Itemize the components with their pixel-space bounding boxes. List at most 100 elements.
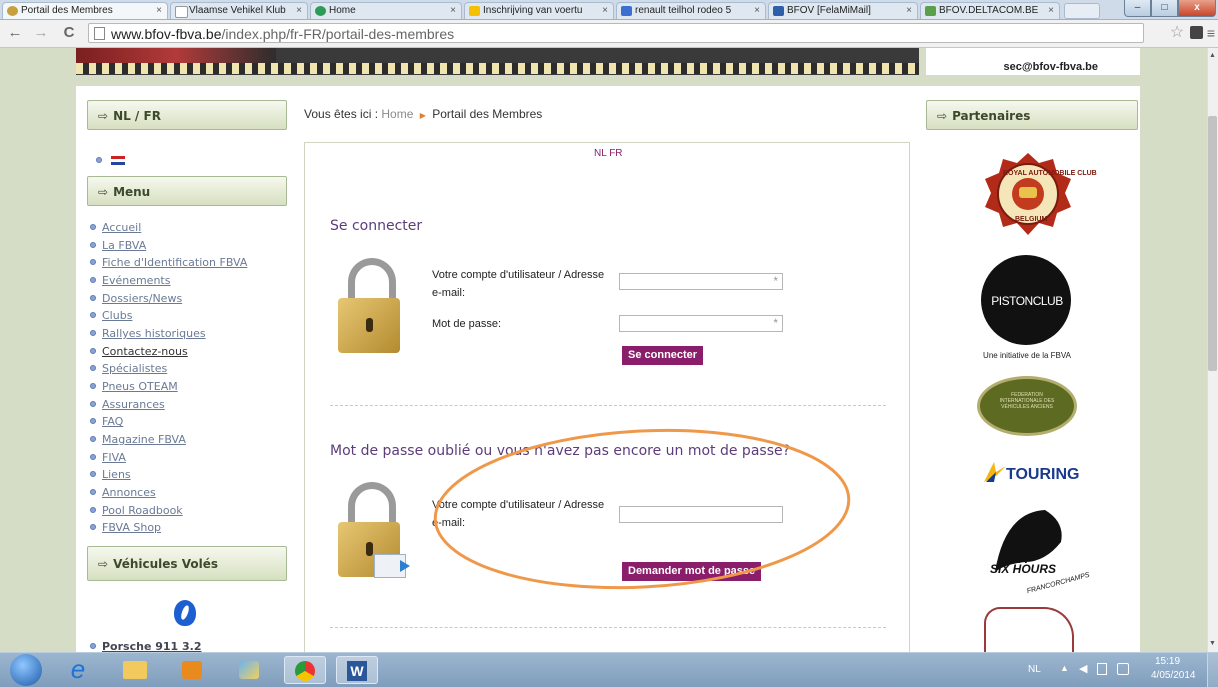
tab-label: BFOV [FelaMiMail] bbox=[787, 5, 871, 16]
scroll-down-icon[interactable]: ▼ bbox=[1209, 640, 1216, 647]
clock-date[interactable]: 4/05/2014 bbox=[1151, 670, 1196, 681]
tab-portail-des-membres[interactable]: Portail des Membres × bbox=[2, 2, 168, 19]
login-password-input[interactable]: * bbox=[619, 315, 783, 332]
hand-pointer-icon: ⇨ bbox=[98, 557, 109, 571]
maximize-button[interactable]: □ bbox=[1151, 0, 1178, 17]
tab-close-icon[interactable]: × bbox=[450, 5, 456, 16]
menu-item-pool-roadbook[interactable]: Pool Roadbook bbox=[90, 504, 183, 517]
touring-logo-icon[interactable] bbox=[982, 460, 1006, 482]
new-tab-button[interactable] bbox=[1064, 3, 1100, 19]
tab-home[interactable]: Home × bbox=[310, 2, 462, 19]
be-favicon bbox=[469, 6, 480, 16]
bullet-icon bbox=[90, 242, 96, 248]
bullet-icon bbox=[90, 507, 96, 513]
network-icon[interactable] bbox=[1097, 663, 1107, 675]
bullet-icon bbox=[90, 277, 96, 283]
tab-close-icon[interactable]: × bbox=[754, 5, 760, 16]
forward-arrow-icon[interactable]: → bbox=[32, 24, 50, 42]
home-favicon bbox=[315, 6, 326, 16]
menu-item-magazine[interactable]: Magazine FBVA bbox=[90, 433, 186, 446]
bullet-icon bbox=[90, 312, 96, 318]
scroll-up-icon[interactable]: ▲ bbox=[1209, 52, 1216, 59]
contact-email[interactable]: sec@bfov-fbva.be bbox=[1004, 61, 1098, 73]
word-taskbar-icon[interactable]: W bbox=[336, 656, 378, 684]
keyboard-language[interactable]: NL bbox=[1028, 664, 1041, 675]
lang-links[interactable]: NL FR bbox=[594, 148, 623, 159]
menu-item-fbva-shop[interactable]: FBVA Shop bbox=[90, 521, 161, 534]
tab-label: Inschrijving van voertu bbox=[483, 5, 583, 16]
menu-icon[interactable]: ≡ bbox=[1205, 24, 1217, 42]
tab-close-icon[interactable]: × bbox=[296, 5, 302, 16]
lang-flag-row bbox=[96, 153, 126, 167]
tab-close-icon[interactable]: × bbox=[156, 5, 162, 16]
menu-item-clubs[interactable]: Clubs bbox=[90, 309, 132, 322]
minimize-button[interactable]: – bbox=[1124, 0, 1151, 17]
paint-icon[interactable] bbox=[229, 656, 269, 684]
tab-vlaamse-vehikel-klub[interactable]: Vlaamse Vehikel Klub × bbox=[170, 2, 308, 19]
extension-icon[interactable] bbox=[1190, 26, 1203, 39]
reload-icon[interactable]: C bbox=[60, 24, 78, 42]
internet-explorer-icon[interactable]: e bbox=[58, 656, 98, 684]
tab-close-icon[interactable]: × bbox=[602, 5, 608, 16]
hand-pointer-icon: ⇨ bbox=[937, 109, 948, 123]
stolen-vehicles-title: Véhicules Volés bbox=[113, 557, 218, 571]
login-submit-button[interactable]: Se connecter bbox=[622, 346, 704, 365]
padlock-mail-icon bbox=[334, 482, 414, 587]
login-username-input[interactable]: * bbox=[619, 273, 783, 290]
dutch-flag-icon[interactable] bbox=[111, 156, 126, 166]
menu-item-contactez-nous[interactable]: Contactez-nous bbox=[90, 345, 188, 358]
back-arrow-icon[interactable]: ← bbox=[6, 24, 24, 42]
pistonclub-logo-text: PISTONCLUB bbox=[991, 294, 1063, 308]
url-text: www.bfov-fbva.be/index.php/fr-FR/portail… bbox=[111, 26, 455, 42]
menu-item-faq[interactable]: FAQ bbox=[90, 415, 123, 428]
breadcrumb-arrow-icon: ▶ bbox=[419, 111, 426, 120]
menu-item-accueil[interactable]: Accueil bbox=[90, 221, 141, 234]
show-hidden-icons-icon[interactable]: ▲ bbox=[1060, 663, 1069, 673]
fiva-logo-text: FÉDÉRATION INTERNATIONALE DES VÉHICULES … bbox=[999, 392, 1055, 410]
bookmark-star-icon[interactable]: ☆ bbox=[1168, 24, 1186, 42]
chrome-taskbar-icon[interactable] bbox=[284, 656, 326, 684]
racb-logo[interactable] bbox=[983, 151, 1073, 241]
tab-label: Vlaamse Vehikel Klub bbox=[189, 5, 286, 16]
breadcrumb: Vous êtes ici : Home ▶ Portail des Membr… bbox=[304, 107, 542, 121]
menu-item-annonces[interactable]: Annonces bbox=[90, 486, 156, 499]
bullet-icon bbox=[90, 295, 96, 301]
menu-item-dossiers[interactable]: Dossiers/News bbox=[90, 292, 182, 305]
tab-close-icon[interactable]: × bbox=[1048, 5, 1054, 16]
media-player-icon[interactable] bbox=[172, 656, 212, 684]
menu-item-assurances[interactable]: Assurances bbox=[90, 398, 165, 411]
partner-logo-partial[interactable] bbox=[984, 607, 1074, 653]
menu-item-specialistes[interactable]: Spécialistes bbox=[90, 362, 167, 375]
scrollbar-thumb[interactable] bbox=[1208, 116, 1217, 371]
bullet-icon bbox=[96, 156, 102, 163]
menu-item-liens[interactable]: Liens bbox=[90, 468, 131, 481]
menu-item-evenements[interactable]: Evénements bbox=[90, 274, 170, 287]
breadcrumb-home-link[interactable]: Home bbox=[381, 107, 413, 121]
close-window-button[interactable]: x bbox=[1178, 0, 1216, 17]
action-center-icon[interactable] bbox=[1117, 663, 1129, 675]
menu-box-header: ⇨ Menu bbox=[87, 176, 287, 206]
tab-inschrijving[interactable]: Inschrijving van voertu × bbox=[464, 2, 614, 19]
bullet-icon bbox=[90, 524, 96, 530]
contact-bar: sec@bfov-fbva.be bbox=[926, 48, 1140, 75]
show-desktop-button[interactable] bbox=[1207, 653, 1218, 687]
start-button[interactable] bbox=[10, 654, 42, 686]
menu-item-fiva[interactable]: FIVA bbox=[90, 451, 126, 464]
bullet-icon bbox=[90, 330, 96, 336]
address-bar[interactable]: www.bfov-fbva.be/index.php/fr-FR/portail… bbox=[88, 23, 1144, 43]
menu-item-rallyes[interactable]: Rallyes historiques bbox=[90, 327, 206, 340]
tab-label: renault teilhol rodeo 5 bbox=[635, 5, 732, 16]
tab-deltacom[interactable]: BFOV.DELTACOM.BE × bbox=[920, 2, 1060, 19]
menu-item-la-fbva[interactable]: La FBVA bbox=[90, 239, 146, 252]
tab-felamimail[interactable]: BFOV [FelaMiMail] × bbox=[768, 2, 918, 19]
menu-item-fiche[interactable]: Fiche d'Identification FBVA bbox=[90, 256, 247, 269]
volume-icon[interactable]: ◀ bbox=[1079, 662, 1087, 675]
bullet-icon bbox=[90, 418, 96, 424]
tab-close-icon[interactable]: × bbox=[906, 5, 912, 16]
banner-filmstrip bbox=[76, 63, 919, 74]
menu-item-pneus[interactable]: Pneus OTEAM bbox=[90, 380, 178, 393]
clock-time[interactable]: 15:19 bbox=[1155, 656, 1180, 667]
tab-renault-teilhol[interactable]: renault teilhol rodeo 5 × bbox=[616, 2, 766, 19]
file-explorer-icon[interactable] bbox=[115, 656, 155, 684]
bullet-icon bbox=[90, 348, 96, 354]
